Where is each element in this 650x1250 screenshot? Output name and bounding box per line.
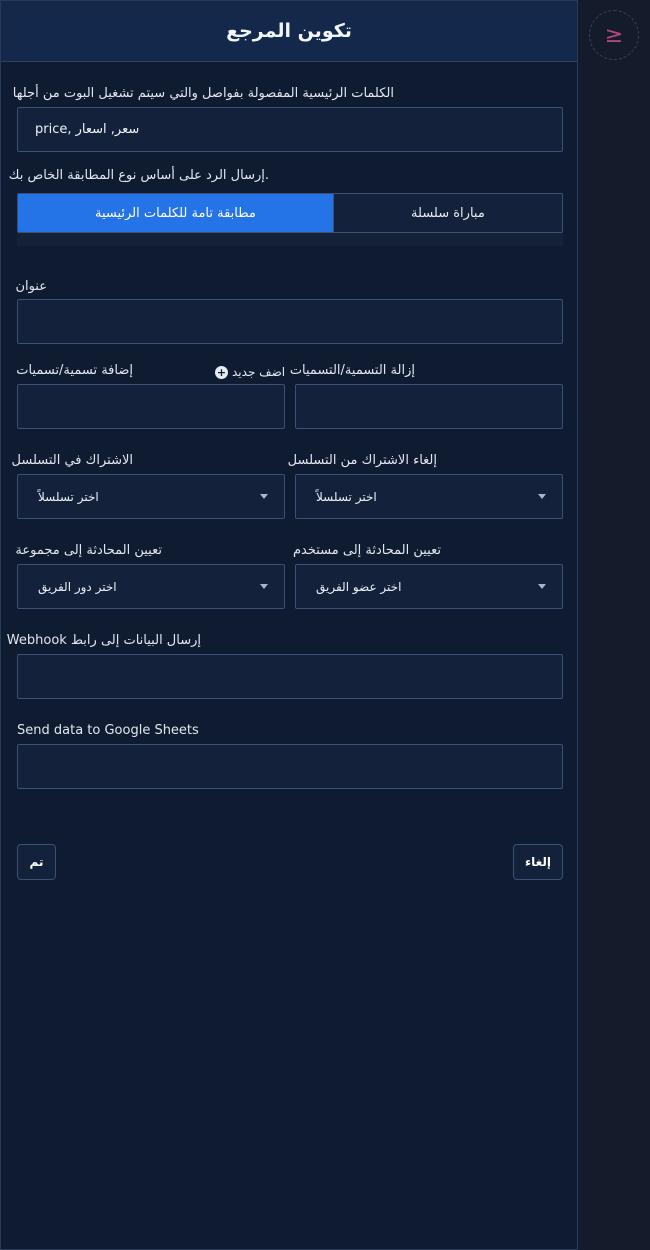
keywords-input[interactable]: سعر, اسعار ,price bbox=[17, 107, 563, 152]
subscribe-sequence-select[interactable]: اختر تسلسلاً bbox=[17, 474, 285, 519]
add-labels-input[interactable] bbox=[17, 384, 285, 429]
string-match-option[interactable]: مباراة سلسلة bbox=[332, 194, 562, 232]
toggle-footer-strip bbox=[17, 233, 563, 246]
match-type-label: .إرسال الرد على أساس نوع المطابقة الخاص … bbox=[8, 168, 269, 183]
match-type-toggle[interactable]: مطابقة تامة للكلمات الرئيسية مباراة سلسل… bbox=[17, 193, 563, 233]
chevron-down-icon bbox=[538, 494, 546, 499]
chevron-down-icon bbox=[260, 494, 268, 499]
assign-group-select[interactable]: اختر دور الفريق bbox=[17, 564, 285, 609]
keywords-label: الكلمات الرئيسية المفصولة بفواصل والتي س… bbox=[12, 86, 394, 101]
assign-group-value: اختر دور الفريق bbox=[38, 579, 117, 594]
subscribe-sequence-label: الاشتراك في التسلسل bbox=[11, 453, 134, 468]
chevron-down-icon bbox=[538, 584, 546, 589]
subscribe-sequence-value: اختر تسلسلاً bbox=[38, 489, 99, 504]
reference-config-panel: تكوين المرجع الكلمات الرئيسية المفصولة ب… bbox=[0, 0, 578, 1250]
plus-circle-icon: + bbox=[215, 365, 228, 379]
google-sheets-input[interactable] bbox=[17, 744, 563, 789]
done-button[interactable]: تم bbox=[17, 844, 56, 880]
webhook-input[interactable] bbox=[17, 654, 563, 699]
webhook-label: إرسال البيانات إلى رابط Webhook bbox=[6, 633, 201, 648]
google-sheets-label: Send data to Google Sheets bbox=[17, 723, 199, 738]
add-labels-label: إضافة تسمية/تسميات bbox=[16, 363, 133, 378]
panel-header: تكوين المرجع bbox=[1, 1, 577, 62]
assign-user-label: تعيين المحادثة إلى مستخدم bbox=[292, 543, 441, 558]
greater-equal-icon[interactable]: ≥ bbox=[589, 10, 639, 60]
title-input[interactable] bbox=[17, 299, 563, 344]
keywords-value: سعر, اسعار ,price bbox=[35, 122, 140, 137]
page-title: تكوين المرجع bbox=[226, 20, 352, 42]
assign-user-select[interactable]: اختر عضو الفريق bbox=[295, 564, 563, 609]
title-label: عنوان bbox=[15, 279, 47, 294]
add-new-text: اضف جديد bbox=[232, 365, 286, 379]
remove-labels-input[interactable] bbox=[295, 384, 563, 429]
cancel-button[interactable]: إلغاء bbox=[513, 844, 563, 880]
unsubscribe-sequence-label: إلغاء الاشتراك من التسلسل bbox=[287, 453, 437, 468]
unsubscribe-sequence-select[interactable]: اختر تسلسلاً bbox=[295, 474, 563, 519]
remove-labels-label: إزالة التسمية/التسميات bbox=[289, 363, 415, 378]
exact-match-option[interactable]: مطابقة تامة للكلمات الرئيسية bbox=[18, 194, 333, 232]
assign-user-value: اختر عضو الفريق bbox=[316, 579, 402, 594]
chevron-down-icon bbox=[260, 584, 268, 589]
add-new-label-link[interactable]: اضف جديد + bbox=[215, 365, 285, 379]
assign-group-label: تعيين المحادثة إلى مجموعة bbox=[15, 543, 162, 558]
unsubscribe-sequence-value: اختر تسلسلاً bbox=[316, 489, 377, 504]
